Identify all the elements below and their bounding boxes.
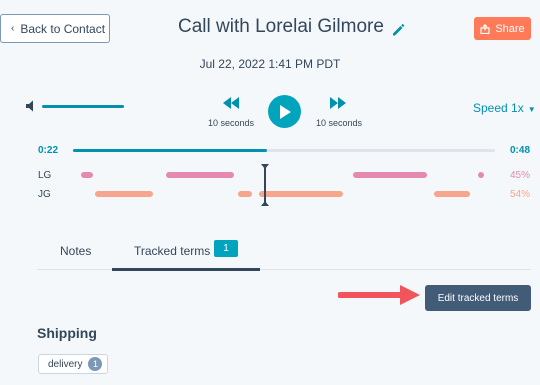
rewind-icon[interactable]	[222, 96, 240, 110]
term-label: delivery	[48, 358, 83, 370]
back-to-contact-button[interactable]: ‹ Back to Contact	[0, 14, 110, 43]
share-label: Share	[495, 22, 525, 35]
tracked-terms-count-badge: 1	[214, 240, 238, 257]
shipping-heading: Shipping	[37, 325, 97, 341]
speed-dropdown[interactable]: Speed 1x ▼	[473, 101, 536, 115]
play-button[interactable]	[268, 95, 301, 128]
current-time: 0:22	[38, 145, 59, 156]
pencil-icon[interactable]	[390, 22, 406, 38]
fast-forward-icon[interactable]	[329, 96, 347, 110]
speaker-label-jg: JG	[38, 189, 51, 200]
lg-segment[interactable]	[478, 172, 484, 178]
forward-label: 10 seconds	[315, 118, 363, 128]
edit-tracked-terms-button[interactable]: Edit tracked terms	[425, 285, 531, 311]
jg-segment[interactable]	[434, 191, 470, 197]
term-count-badge: 1	[88, 357, 103, 371]
volume-icon[interactable]	[25, 99, 39, 113]
share-button[interactable]: Share	[474, 17, 531, 40]
tracked-term-chip[interactable]: delivery 1	[38, 354, 109, 374]
lg-segment[interactable]	[353, 172, 427, 178]
speed-label: Speed 1x	[473, 101, 524, 115]
back-button-label: Back to Contact	[20, 21, 106, 36]
chevron-left-icon: ‹	[11, 23, 15, 34]
lg-segment[interactable]	[166, 172, 234, 178]
caret-down-icon: ▼	[527, 105, 536, 114]
playhead-marker[interactable]	[259, 164, 271, 206]
active-tab-indicator	[112, 268, 260, 271]
arrow-annotation	[338, 285, 420, 305]
tab-notes[interactable]: Notes	[60, 244, 91, 258]
lg-segment[interactable]	[81, 172, 93, 178]
playback-progress	[73, 149, 267, 152]
page-title: Call with Lorelai Gilmore	[178, 16, 384, 37]
volume-slider[interactable]	[42, 105, 124, 108]
speaker-percent-lg: 45%	[510, 170, 531, 181]
rewind-label: 10 seconds	[207, 118, 255, 128]
call-date: Jul 22, 2022 1:41 PM PDT	[199, 57, 341, 71]
jg-segment[interactable]	[259, 191, 343, 197]
jg-segment[interactable]	[238, 191, 252, 197]
share-icon	[480, 23, 490, 34]
tab-tracked-terms[interactable]: Tracked terms	[134, 244, 210, 258]
speaker-percent-jg: 54%	[510, 189, 531, 200]
speaker-label-lg: LG	[38, 170, 52, 181]
play-icon	[279, 104, 291, 119]
jg-segment[interactable]	[95, 191, 153, 197]
total-time: 0:48	[510, 145, 531, 156]
